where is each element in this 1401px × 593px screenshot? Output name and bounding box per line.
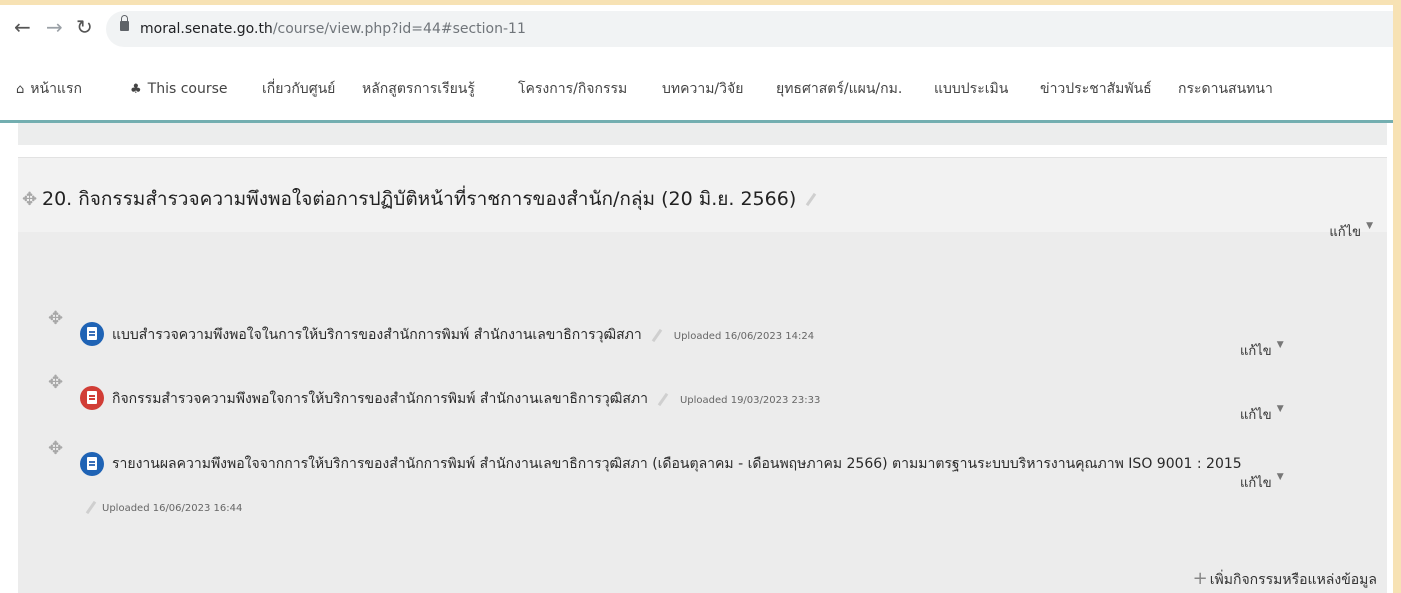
menu-item-strategy[interactable]: ยุทธศาสตร์/แผน/กม. xyxy=(776,80,902,98)
activity-link[interactable]: กิจกรรมสำรวจความพึงพอใจการให้บริการของสำ… xyxy=(112,390,820,410)
activity-link[interactable]: รายงานผลความพึงพอใจจากการให้บริการของสำน… xyxy=(112,455,1242,473)
forward-arrow-icon[interactable]: → xyxy=(46,15,63,39)
menu-item-this-course[interactable]: ♣ This course xyxy=(130,80,228,99)
move-icon[interactable]: ✥ xyxy=(48,374,63,392)
url-path: /course/view.php?id=44#section-11 xyxy=(272,21,526,37)
course-section: ✥ 20. กิจกรรมสำรวจความพึงพอใจต่อการปฏิบั… xyxy=(18,157,1387,593)
section-title-text: 20. กิจกรรมสำรวจความพึงพอใจต่อการปฏิบัติ… xyxy=(42,188,797,210)
address-bar: ← → ↻ moral.senate.go.th/course/view.php… xyxy=(0,5,1393,53)
activity-name: กิจกรรมสำรวจความพึงพอใจการให้บริการของสำ… xyxy=(112,391,648,407)
document-icon xyxy=(80,322,104,346)
section-edit-menu[interactable]: แก้ไข ▼ xyxy=(1329,221,1373,242)
document-glyph xyxy=(87,457,97,470)
edit-pencil-icon[interactable] xyxy=(657,392,669,406)
upload-date: Uploaded 19/03/2023 23:33 xyxy=(679,395,821,406)
url-host: moral.senate.go.th xyxy=(140,21,273,37)
upload-date: Uploaded 16/06/2023 16:44 xyxy=(102,503,243,514)
document-glyph xyxy=(87,327,97,340)
activity-link[interactable]: แบบสำรวจความพึงพอใจในการให้บริการของสำนั… xyxy=(112,326,814,346)
section-title: 20. กิจกรรมสำรวจความพึงพอใจต่อการปฏิบัติ… xyxy=(42,186,818,212)
activity-edit-menu[interactable]: แก้ไข ▼ xyxy=(1240,472,1284,493)
menu-item-forum[interactable]: กระดานสนทนา xyxy=(1178,80,1273,98)
activity-name: แบบสำรวจความพึงพอใจในการให้บริการของสำนั… xyxy=(112,327,642,343)
menu-item-evaluation[interactable]: แบบประเมิน xyxy=(934,80,1008,98)
url-field[interactable]: moral.senate.go.th/course/view.php?id=44… xyxy=(106,11,1393,47)
caret-down-icon: ▼ xyxy=(1276,404,1284,414)
edit-label: แก้ไข xyxy=(1240,476,1272,491)
edit-pencil-icon[interactable] xyxy=(806,192,817,207)
edit-pencil-icon[interactable] xyxy=(85,500,97,514)
move-icon[interactable]: ✥ xyxy=(48,440,63,458)
activity-meta: Uploaded 16/06/2023 16:44 xyxy=(84,498,242,518)
browser-frame: ← → ↻ moral.senate.go.th/course/view.php… xyxy=(0,5,1393,593)
edit-label: แก้ไข xyxy=(1240,408,1272,423)
plus-icon: + xyxy=(1192,568,1208,589)
move-icon[interactable]: ✥ xyxy=(48,310,63,328)
pdf-icon xyxy=(80,386,104,410)
menu-item-curriculum[interactable]: หลักสูตรการเรียนรู้ xyxy=(362,80,475,98)
edit-label: แก้ไข xyxy=(1329,225,1362,240)
url-text: moral.senate.go.th/course/view.php?id=44… xyxy=(140,19,526,39)
menu-label: หน้าแรก xyxy=(30,81,82,97)
document-icon xyxy=(80,452,104,476)
section-header: ✥ 20. กิจกรรมสำรวจความพึงพอใจต่อการปฏิบั… xyxy=(18,158,1387,240)
caret-down-icon: ▼ xyxy=(1366,221,1373,231)
menu-label: This course xyxy=(147,81,228,97)
pdf-glyph xyxy=(87,391,97,404)
move-icon[interactable]: ✥ xyxy=(22,191,37,209)
back-arrow-icon[interactable]: ← xyxy=(14,15,31,39)
sitemap-icon: ♣ xyxy=(130,82,142,97)
menu-item-articles[interactable]: บทความ/วิจัย xyxy=(662,80,743,98)
lock-icon xyxy=(120,15,129,31)
activity-edit-menu[interactable]: แก้ไข ▼ xyxy=(1240,340,1284,361)
menu-item-news[interactable]: ข่าวประชาสัมพันธ์ xyxy=(1040,80,1152,98)
upload-date: Uploaded 16/06/2023 14:24 xyxy=(673,331,815,342)
menu-item-home[interactable]: ⌂ หน้าแรก xyxy=(16,80,82,99)
menu-item-projects[interactable]: โครงการ/กิจกรรม xyxy=(518,80,627,98)
reload-icon[interactable]: ↻ xyxy=(76,15,93,39)
add-activity-button[interactable]: + เพิ่มกิจกรรมหรือแหล่งข้อมูล xyxy=(1193,568,1377,591)
activity-edit-menu[interactable]: แก้ไข ▼ xyxy=(1240,404,1284,425)
previous-section-edge xyxy=(18,123,1387,145)
caret-down-icon: ▼ xyxy=(1276,472,1284,482)
add-activity-label: เพิ่มกิจกรรมหรือแหล่งข้อมูล xyxy=(1209,572,1377,588)
menu-item-about[interactable]: เกี่ยวกับศูนย์ xyxy=(262,80,335,98)
caret-down-icon: ▼ xyxy=(1276,340,1284,350)
edit-label: แก้ไข xyxy=(1240,344,1272,359)
edit-pencil-icon[interactable] xyxy=(651,328,663,342)
main-menu: ⌂ หน้าแรก ♣ This course เกี่ยวกับศูนย์ หลั… xyxy=(0,58,1393,123)
home-icon: ⌂ xyxy=(16,82,25,97)
